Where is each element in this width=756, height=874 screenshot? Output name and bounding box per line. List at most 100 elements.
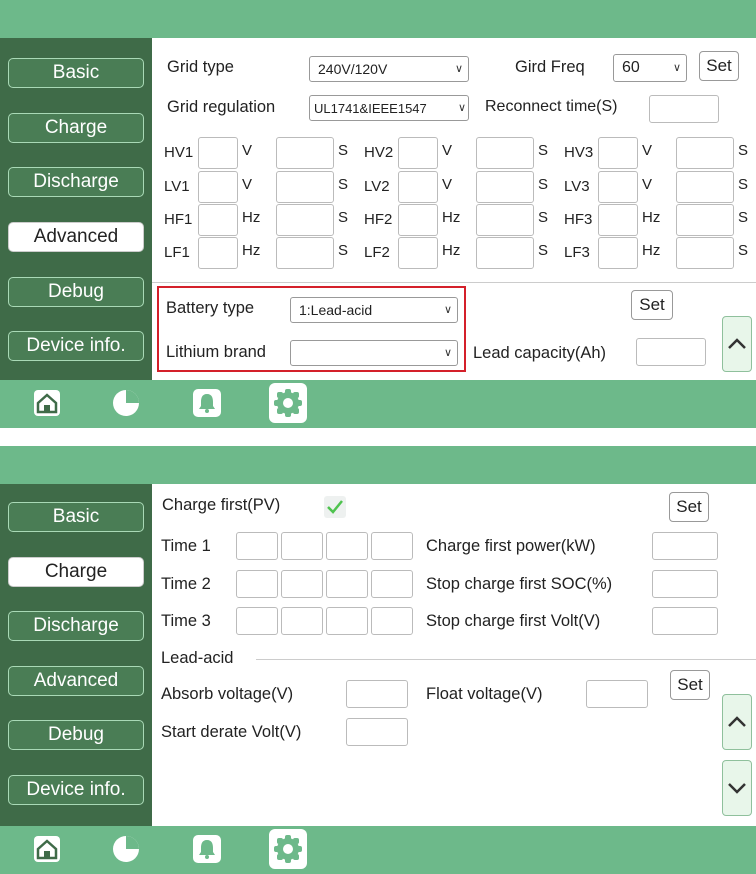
set-battery-button[interactable]: Set bbox=[631, 290, 673, 320]
scroll-up-button[interactable] bbox=[722, 694, 752, 750]
scroll-down-button[interactable] bbox=[722, 760, 752, 816]
param-value-input[interactable] bbox=[398, 204, 438, 236]
param-time-input[interactable] bbox=[276, 137, 334, 169]
grid-type-select[interactable]: 240V/120V ∨ bbox=[309, 56, 469, 82]
time-label: Time 3 bbox=[161, 612, 211, 630]
param-value-input[interactable] bbox=[198, 237, 238, 269]
param-value-input[interactable] bbox=[598, 171, 638, 203]
grid-type-label: Grid type bbox=[167, 58, 234, 76]
nav-debug-button[interactable]: Debug bbox=[8, 277, 144, 307]
time-label: Time 1 bbox=[161, 537, 211, 555]
param-label: LF2 bbox=[364, 244, 390, 261]
chevron-down-icon: ∨ bbox=[443, 347, 452, 359]
param-value-input[interactable] bbox=[398, 137, 438, 169]
lithium-brand-label: Lithium brand bbox=[166, 343, 266, 361]
end-minute-input[interactable] bbox=[371, 532, 413, 560]
param-time-input[interactable] bbox=[276, 171, 334, 203]
nav-device-info-button[interactable]: Device info. bbox=[8, 775, 144, 805]
start-hour-input[interactable] bbox=[236, 532, 278, 560]
nav-advanced-button[interactable]: Advanced bbox=[8, 666, 144, 696]
grid-freq-select[interactable]: 60 ∨ bbox=[613, 54, 687, 82]
nav-device-info-button[interactable]: Device info. bbox=[8, 331, 144, 361]
charge-first-checkbox[interactable] bbox=[324, 496, 346, 518]
nav-charge-button[interactable]: Charge bbox=[8, 113, 144, 143]
nav-basic-button[interactable]: Basic bbox=[8, 58, 144, 88]
unit-label: V bbox=[242, 142, 253, 159]
grid-freq-label: Gird Freq bbox=[515, 58, 585, 76]
nav-debug-button[interactable]: Debug bbox=[8, 720, 144, 750]
set-grid-button[interactable]: Set bbox=[699, 51, 739, 81]
end-hour-input[interactable] bbox=[326, 570, 368, 598]
nav-advanced-button[interactable]: Advanced bbox=[8, 222, 144, 252]
nav-discharge-button[interactable]: Discharge bbox=[8, 611, 144, 641]
param-time-input[interactable] bbox=[476, 171, 534, 203]
start-minute-input[interactable] bbox=[281, 607, 323, 635]
param-time-input[interactable] bbox=[476, 237, 534, 269]
battery-type-label: Battery type bbox=[166, 299, 255, 317]
param-time-input[interactable] bbox=[476, 204, 534, 236]
grid-regulation-select[interactable]: UL1741&IEEE1547 ∨ bbox=[309, 95, 469, 121]
param-time-input[interactable] bbox=[676, 171, 734, 203]
time-unit-label: S bbox=[338, 242, 349, 259]
param-time-input[interactable] bbox=[276, 204, 334, 236]
param-value-input[interactable] bbox=[198, 137, 238, 169]
bell-icon[interactable] bbox=[192, 388, 222, 418]
param-value-input[interactable] bbox=[598, 204, 638, 236]
start-hour-input[interactable] bbox=[236, 607, 278, 635]
scroll-up-button[interactable] bbox=[722, 316, 752, 372]
bell-icon[interactable] bbox=[192, 834, 222, 864]
chart-icon[interactable] bbox=[111, 834, 141, 864]
param-value-input[interactable] bbox=[598, 137, 638, 169]
float-voltage-input[interactable] bbox=[586, 680, 648, 708]
param-time-input[interactable] bbox=[676, 204, 734, 236]
sidebar: Basic Charge Discharge Advanced Debug De… bbox=[0, 484, 152, 826]
nav-discharge-button[interactable]: Discharge bbox=[8, 167, 144, 197]
sidebar: Basic Charge Discharge Advanced Debug De… bbox=[0, 38, 152, 380]
gear-icon[interactable] bbox=[269, 383, 307, 423]
start-minute-input[interactable] bbox=[281, 532, 323, 560]
end-hour-input[interactable] bbox=[326, 607, 368, 635]
param-label: HV1 bbox=[164, 144, 194, 161]
set-lead-acid-button[interactable]: Set bbox=[670, 670, 710, 700]
absorb-voltage-label: Absorb voltage(V) bbox=[161, 685, 294, 703]
chevron-up-icon bbox=[728, 716, 746, 727]
param-time-input[interactable] bbox=[676, 137, 734, 169]
unit-label: V bbox=[642, 176, 653, 193]
charge-param-input[interactable] bbox=[652, 570, 718, 598]
start-hour-input[interactable] bbox=[236, 570, 278, 598]
advanced-content: Grid type 240V/120V ∨ Gird Freq 60 ∨ Set… bbox=[152, 38, 756, 380]
absorb-voltage-input[interactable] bbox=[346, 680, 408, 708]
param-label: HF2 bbox=[364, 211, 393, 228]
home-icon[interactable] bbox=[32, 388, 62, 418]
start-derate-volt-input[interactable] bbox=[346, 718, 408, 746]
nav-basic-button[interactable]: Basic bbox=[8, 502, 144, 532]
lead-capacity-label: Lead capacity(Ah) bbox=[473, 344, 606, 362]
end-hour-input[interactable] bbox=[326, 532, 368, 560]
param-time-input[interactable] bbox=[276, 237, 334, 269]
unit-label: V bbox=[442, 176, 453, 193]
charge-param-input[interactable] bbox=[652, 532, 718, 560]
end-minute-input[interactable] bbox=[371, 570, 413, 598]
gear-icon[interactable] bbox=[269, 829, 307, 869]
param-time-input[interactable] bbox=[476, 137, 534, 169]
param-value-input[interactable] bbox=[198, 171, 238, 203]
param-value-input[interactable] bbox=[398, 237, 438, 269]
param-value-input[interactable] bbox=[598, 237, 638, 269]
unit-label: Hz bbox=[642, 242, 661, 259]
set-charge-first-button[interactable]: Set bbox=[669, 492, 709, 522]
nav-charge-button[interactable]: Charge bbox=[8, 557, 144, 587]
end-minute-input[interactable] bbox=[371, 607, 413, 635]
charge-param-input[interactable] bbox=[652, 607, 718, 635]
param-value-input[interactable] bbox=[398, 171, 438, 203]
chart-icon[interactable] bbox=[111, 388, 141, 418]
battery-type-select[interactable]: 1:Lead-acid ∨ bbox=[290, 297, 458, 323]
param-time-input[interactable] bbox=[676, 237, 734, 269]
lead-capacity-input[interactable] bbox=[636, 338, 706, 366]
start-minute-input[interactable] bbox=[281, 570, 323, 598]
battery-type-value: 1:Lead-acid bbox=[299, 302, 373, 318]
lithium-brand-select[interactable]: ∨ bbox=[290, 340, 458, 366]
header-bar bbox=[0, 0, 756, 38]
home-icon[interactable] bbox=[32, 834, 62, 864]
param-value-input[interactable] bbox=[198, 204, 238, 236]
reconnect-time-input[interactable] bbox=[649, 95, 719, 123]
